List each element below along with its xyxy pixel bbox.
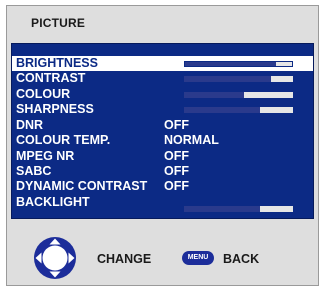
colour-temp-value: NORMAL: [164, 133, 219, 147]
menu-key-icon: MENU: [182, 251, 214, 265]
menu-row-colour[interactable]: COLOUR: [12, 87, 313, 102]
menu-title: PICTURE: [31, 16, 86, 30]
colour-slider[interactable]: [184, 92, 293, 98]
sabc-value: OFF: [164, 164, 189, 178]
dnr-value: OFF: [164, 118, 189, 132]
menu-row-label: BACKLIGHT: [16, 195, 90, 209]
slider-fill: [185, 62, 276, 66]
menu-row-label: CONTRAST: [16, 71, 86, 85]
change-hint: CHANGE: [97, 252, 152, 266]
menu-row-label: COLOUR: [16, 87, 71, 101]
contrast-slider[interactable]: [184, 76, 293, 82]
slider-fill: [184, 107, 261, 113]
menu-row-label: COLOUR TEMP.: [16, 133, 111, 147]
menu-row-backlight[interactable]: BACKLIGHT: [12, 195, 313, 212]
back-hint: BACK: [223, 252, 260, 266]
slider-fill: [184, 76, 272, 82]
menu-row-label: SHARPNESS: [16, 102, 94, 116]
menu-row-dnr[interactable]: DNR OFF: [12, 118, 313, 133]
menu-row-label: MPEG NR: [16, 149, 75, 163]
backlight-slider[interactable]: [184, 206, 293, 212]
menu-row-label: SABC: [16, 164, 52, 178]
menu-row-sharpness[interactable]: SHARPNESS: [12, 102, 313, 117]
menu-row-sabc[interactable]: SABC OFF: [12, 164, 313, 179]
menu-row-mpeg-nr[interactable]: MPEG NR OFF: [12, 149, 313, 164]
menu-row-brightness[interactable]: BRIGHTNESS: [12, 56, 313, 71]
menu-row-contrast[interactable]: CONTRAST: [12, 71, 313, 86]
menu-row-colour-temp[interactable]: COLOUR TEMP. NORMAL: [12, 133, 313, 148]
menu-header: PICTURE: [7, 6, 318, 40]
dpad-icon: [34, 237, 76, 279]
settings-panel: BRIGHTNESS CONTRAST COLOUR SHARPNESS DNR…: [11, 43, 314, 219]
dynamic-contrast-value: OFF: [164, 179, 189, 193]
menu-footer: CHANGE MENU BACK: [7, 224, 318, 284]
menu-row-label: DYNAMIC CONTRAST: [16, 179, 148, 193]
menu-row-dynamic-contrast[interactable]: DYNAMIC CONTRAST OFF: [12, 179, 313, 194]
menu-row-label: BRIGHTNESS: [16, 56, 98, 70]
sharpness-slider[interactable]: [184, 107, 293, 113]
osd-window: PICTURE BRIGHTNESS CONTRAST COLOUR SHARP…: [6, 5, 319, 286]
brightness-slider[interactable]: [184, 61, 293, 67]
menu-row-label: DNR: [16, 118, 44, 132]
slider-fill: [184, 206, 261, 212]
mpeg-nr-value: OFF: [164, 149, 189, 163]
slider-fill: [184, 92, 244, 98]
